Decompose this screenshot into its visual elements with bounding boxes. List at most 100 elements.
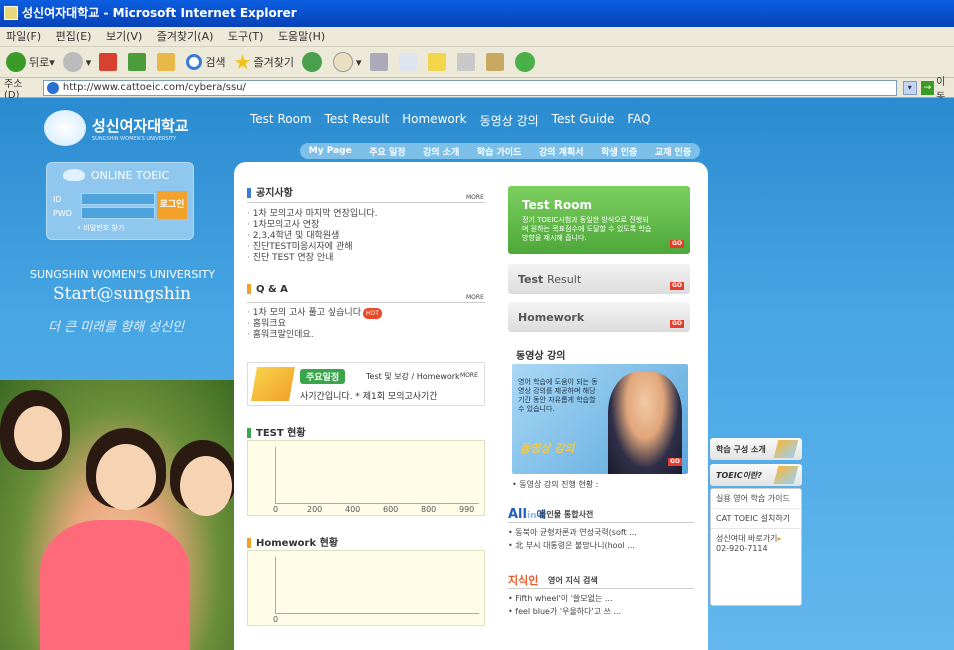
list-item[interactable]: • 北 부시 대통령은 불망나니(hool ...: [508, 539, 637, 552]
nav-video-lecture[interactable]: 동영상 강의: [480, 112, 539, 129]
messenger-button[interactable]: [514, 52, 538, 72]
slogan-korean: 더 큰 미래를 향해 성신인: [48, 320, 185, 335]
search-button[interactable]: 검색: [186, 54, 226, 70]
nav-homework[interactable]: Homework: [402, 112, 466, 129]
home-icon: [157, 53, 176, 71]
phone-number: 02-920-7114: [716, 544, 768, 553]
refresh-button[interactable]: [128, 53, 149, 71]
research-button[interactable]: [485, 53, 507, 71]
tick-label: 800: [421, 505, 437, 514]
homework-status-chart: 0: [247, 550, 485, 626]
pwd-label: PWD: [53, 209, 72, 218]
tick-label: 0: [273, 615, 279, 624]
schedule-marquee[interactable]: 사기간입니다. * 제1회 모의고사기간: [300, 389, 480, 402]
nav-faq[interactable]: FAQ: [627, 112, 650, 129]
qna-more-link[interactable]: MORE: [466, 294, 484, 301]
schedule-more-link[interactable]: MORE: [460, 372, 478, 379]
dict-title: 올인물 통합사전: [539, 510, 594, 519]
go-button[interactable]: GO: [670, 282, 684, 290]
study-guide-link[interactable]: 실용 영어 학습 가이드: [711, 489, 801, 509]
discuss-button[interactable]: [427, 53, 449, 71]
print-button[interactable]: [369, 53, 391, 71]
back-arrow-icon: [6, 52, 26, 72]
forward-button[interactable]: ▾: [62, 52, 91, 72]
sungshin-link[interactable]: 성신여대 바로가기▸ 02-920-7114: [711, 529, 801, 557]
notice-more-link[interactable]: MORE: [466, 194, 484, 201]
sub-nav: My Page 주요 일정 강의 소개 학습 가이드 강의 계획서 학생 인증 …: [300, 143, 700, 159]
address-dropdown[interactable]: ▾: [902, 80, 917, 95]
nav-test-result[interactable]: Test Result: [325, 112, 390, 129]
home-button[interactable]: [157, 53, 178, 71]
mail-button[interactable]: ▾: [332, 52, 362, 72]
nav-test-guide[interactable]: Test Guide: [552, 112, 615, 129]
go-button[interactable]: GO: [670, 320, 684, 328]
tools-button[interactable]: [456, 53, 478, 71]
list-item[interactable]: 1차모의고사 연장: [247, 220, 378, 231]
tick-label: 990: [459, 505, 475, 514]
slogan-start: Start@sungshin: [53, 284, 192, 304]
video-banner[interactable]: 영어 학습에 도움이 되는 동영상 강의를 제공하며 해당 기간 동안 자유롭게…: [512, 364, 688, 474]
cat-toeic-install-link[interactable]: CAT TOEIC 설치하기: [711, 509, 801, 529]
list-item[interactable]: 1차 모의 고사 풀고 싶습니다HOT: [247, 308, 382, 319]
list-item[interactable]: 1차 모의고사 마지막 연장입니다.: [247, 209, 378, 220]
list-item[interactable]: • 동북아 균형자론과 연성국력(soft ...: [508, 526, 637, 539]
tick-label: 200: [307, 505, 323, 514]
subnav-student-auth[interactable]: 학생 인증: [601, 145, 637, 158]
list-item[interactable]: 홈워크요: [247, 319, 382, 330]
window-title-bar: 성신여자대학교 - Microsoft Internet Explorer: [0, 0, 954, 27]
subnav-course-intro[interactable]: 강의 소개: [423, 145, 459, 158]
go-button[interactable]: GO: [668, 458, 682, 466]
top-nav: Test Room Test Result Homework 동영상 강의 Te…: [250, 112, 664, 129]
menu-tools[interactable]: 도구(T): [228, 30, 264, 43]
menu-bar: 파일(F) 편집(E) 보기(V) 즐겨찾기(A) 도구(T) 도움말(H): [0, 27, 954, 47]
edit-button[interactable]: [398, 53, 420, 71]
history-button[interactable]: [301, 52, 325, 72]
list-item[interactable]: 홈워크말인데요.: [247, 330, 382, 341]
password-input[interactable]: [81, 207, 155, 219]
homework-button[interactable]: Homework GO: [508, 302, 690, 332]
forward-arrow-icon: [62, 52, 83, 72]
favorites-button[interactable]: ★ 즐겨찾기: [234, 50, 294, 74]
login-button[interactable]: 로그인: [157, 191, 187, 219]
id-input[interactable]: [81, 193, 155, 205]
subnav-schedule[interactable]: 주요 일정: [369, 145, 405, 158]
test-room-desc: 정기 TOEIC시험과 동일한 방식으로 진행되며 원하는 목표점수에 도달할 …: [522, 216, 652, 242]
list-item[interactable]: • Fifth wheel'이 '쓸모없는 ...: [508, 592, 621, 605]
menu-help[interactable]: 도움말(H): [278, 30, 325, 43]
university-logo[interactable]: 성신여자대학교 SUNGSHIN WOMEN'S UNIVERSITY: [44, 110, 189, 146]
menu-file[interactable]: 파일(F): [6, 30, 41, 43]
course-intro-button[interactable]: 학습 구성 소개: [710, 438, 802, 460]
sidebar-links: 실용 영어 학습 가이드 CAT TOEIC 설치하기 성신여대 바로가기▸ 02…: [710, 488, 802, 606]
find-password-link[interactable]: • 비밀번호 찾기: [77, 223, 124, 233]
hot-badge: HOT: [363, 308, 382, 319]
stop-button[interactable]: [99, 53, 120, 71]
knowledge-list: • Fifth wheel'이 '쓸모없는 ... • feel blue가 '…: [508, 592, 621, 618]
test-result-button[interactable]: Test Result GO: [508, 264, 690, 294]
list-item[interactable]: 진단 TEST 연장 안내: [247, 253, 378, 264]
go-arrow-icon[interactable]: →: [920, 80, 935, 95]
qna-list: 1차 모의 고사 풀고 싶습니다HOT 홈워크요 홈워크말인데요.: [247, 308, 382, 341]
menu-edit[interactable]: 편집(E): [56, 30, 92, 43]
nav-test-room[interactable]: Test Room: [250, 112, 312, 129]
subnav-book-auth[interactable]: 교재 인증: [655, 145, 691, 158]
window-title: 성신여자대학교 - Microsoft Internet Explorer: [22, 6, 297, 20]
subnav-my-page[interactable]: My Page: [309, 146, 352, 156]
test-status-title: TEST 현황: [247, 424, 306, 439]
video-desc: 영어 학습에 도움이 되는 동영상 강의를 제공하며 해당 기간 동안 자유롭게…: [518, 378, 598, 413]
toeic-info-button[interactable]: TOEIC이란?: [710, 464, 802, 486]
go-button[interactable]: GO: [670, 240, 684, 248]
test-room-banner[interactable]: Test Room 정기 TOEIC시험과 동일한 방식으로 진행되며 원하는 …: [508, 186, 690, 254]
subnav-syllabus[interactable]: 강의 계획서: [539, 145, 584, 158]
list-item[interactable]: 진단TEST미응시자에 관해: [247, 242, 378, 253]
list-item[interactable]: 2,3,4학년 및 대학원생: [247, 231, 378, 242]
list-item[interactable]: • feel blue가 '우울하다'고 쓰 ...: [508, 605, 621, 618]
menu-view[interactable]: 보기(V): [106, 30, 142, 43]
address-input[interactable]: http://www.cattoeic.com/cybera/ssu/: [42, 79, 897, 96]
homework-status-title: Homework 현황: [247, 534, 338, 549]
address-url: http://www.cattoeic.com/cybera/ssu/: [62, 82, 246, 93]
address-label: 주소(D): [4, 78, 23, 101]
id-label: ID: [53, 195, 62, 204]
menu-favorites[interactable]: 즐겨찾기(A): [157, 30, 214, 43]
back-button[interactable]: 뒤로 ▾: [6, 52, 55, 72]
subnav-study-guide[interactable]: 학습 가이드: [477, 145, 522, 158]
